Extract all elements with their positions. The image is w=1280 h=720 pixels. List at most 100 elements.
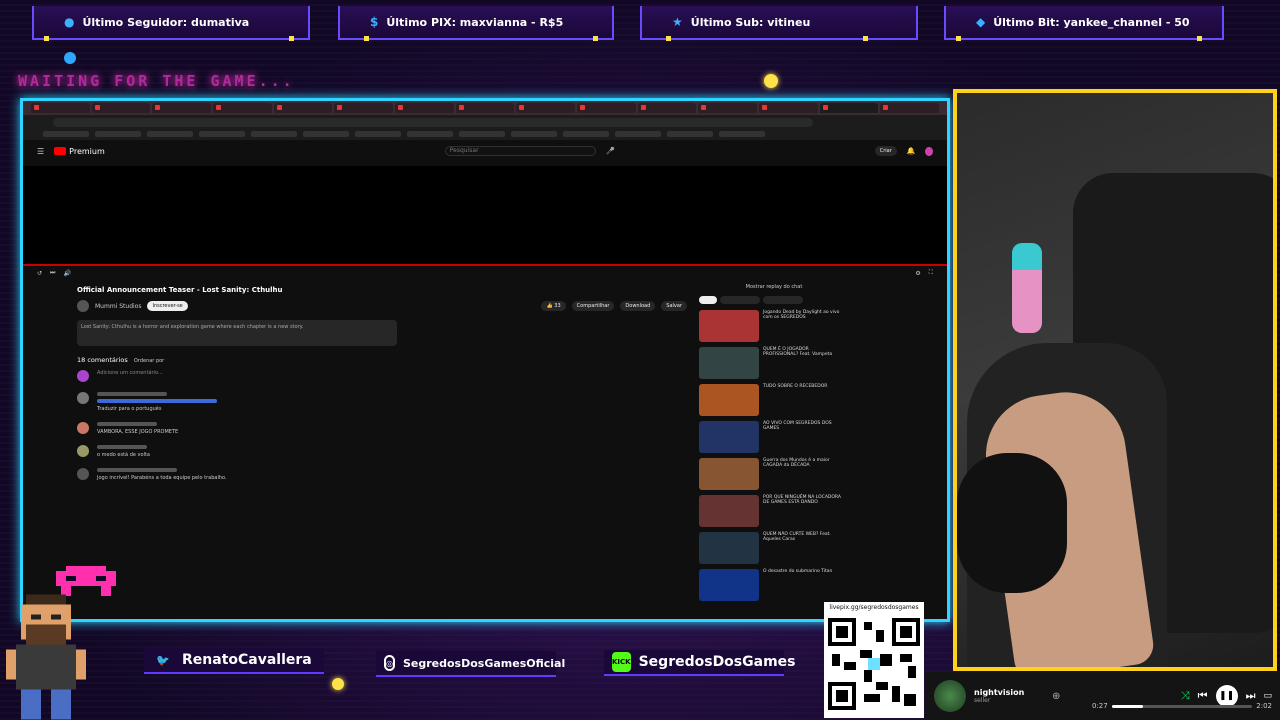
description-box[interactable]: Lost Sanity: Cthulhu is a horror and exp…: [77, 320, 397, 346]
recommended-video[interactable]: POR QUE NINGUÉM NA LOCADORA DE GAMES EST…: [699, 495, 849, 527]
twitter-handle: 🐦 RenatoCavallera: [144, 648, 324, 674]
recommended-title: QUEM É O JOGADOR PROFISSIONAL? Feat. Vam…: [763, 347, 833, 357]
recommended-video[interactable]: Guerra dos Mundos é a maior CAGADA da DÉ…: [699, 458, 849, 490]
comment-text: Jogo incrível! Parabéns a toda equipe pe…: [97, 475, 227, 481]
settings-icon[interactable]: ⚙: [915, 270, 920, 277]
comment: VAMBORA, ESSE JOGO PROMETE: [77, 422, 687, 435]
shuffle-icon[interactable]: ⤨: [1181, 689, 1190, 703]
dollar-icon: $: [370, 15, 379, 29]
track-meta: nightvision seller: [974, 688, 1044, 704]
browser-tab[interactable]: [577, 103, 636, 113]
filter-chips[interactable]: [699, 296, 849, 304]
decor-dot: [332, 678, 344, 690]
star-icon: ★: [672, 15, 683, 29]
bell-icon[interactable]: 🔔: [907, 147, 916, 155]
subscribe-button[interactable]: Inscrever-se: [147, 301, 188, 311]
webcam-feed: [953, 89, 1277, 671]
volume-icon[interactable]: 🔊: [63, 270, 70, 277]
youtube-logo[interactable]: Premium: [54, 147, 105, 156]
recommended-video[interactable]: O desastre do submarino Titan: [699, 569, 849, 601]
browser-tab[interactable]: [759, 103, 818, 113]
recommended-title: O desastre do submarino Titan: [763, 569, 833, 574]
qr-code-icon: [828, 618, 920, 710]
add-comment[interactable]: Adicione um comentário...: [77, 370, 687, 382]
replay-icon[interactable]: ↺: [37, 270, 42, 277]
next-icon[interactable]: ⏭: [50, 269, 55, 277]
bookmarks-bar: [23, 129, 947, 140]
channel-row: Mummi Studios Inscrever-se 👍 33 Comparti…: [77, 300, 687, 312]
last-follower-bar: ● Último Seguidor: dumativa: [32, 6, 310, 41]
next-icon[interactable]: ⏭: [1246, 689, 1256, 703]
browser-tab[interactable]: [455, 103, 515, 113]
avatar[interactable]: [925, 146, 933, 156]
qr-url: livepix.gg/segredosdosgames: [829, 604, 919, 611]
add-icon[interactable]: ⊕: [1052, 691, 1060, 702]
search-input[interactable]: Pesquisar: [444, 146, 596, 156]
recommended-video[interactable]: QUEM É O JOGADOR PROFISSIONAL? Feat. Vam…: [699, 347, 849, 379]
url-field[interactable]: [53, 117, 813, 127]
comment-input[interactable]: Adicione um comentário...: [97, 370, 163, 382]
recommended-title: QUEM NÃO CURTE WEB? Feat. Aqueles Caras: [763, 532, 831, 542]
browser-tab[interactable]: [152, 103, 212, 113]
recommended-title: AO VIVO COM SEGREDOS DOS GAMES: [763, 421, 832, 431]
instagram-handle: ◎ SegredosDosGamesOficial: [376, 651, 565, 677]
comment: Traduzir para o português: [77, 392, 687, 412]
channel-name[interactable]: Mummi Studios: [95, 303, 141, 310]
recommended-title: Guerra dos Mundos é a maior CAGADA da DÉ…: [763, 458, 830, 468]
browser-tab[interactable]: [698, 103, 758, 113]
browser-tab-active[interactable]: [819, 103, 879, 113]
recommended-video[interactable]: QUEM NÃO CURTE WEB? Feat. Aqueles Caras: [699, 532, 849, 564]
recommended-title: POR QUE NINGUÉM NA LOCADORA DE GAMES EST…: [763, 495, 841, 505]
browser-tab[interactable]: [213, 103, 272, 113]
instagram-label: SegredosDosGamesOficial: [402, 656, 566, 670]
description-text: Lost Sanity: Cthulhu is a horror and exp…: [81, 324, 304, 330]
browser-tab[interactable]: [91, 103, 151, 113]
last-follower-label: Último Seguidor: dumativa: [82, 15, 250, 29]
video-player[interactable]: [23, 166, 947, 266]
avatar: [77, 370, 89, 382]
browser-tab[interactable]: [273, 103, 333, 113]
like-button[interactable]: 👍 33: [541, 301, 566, 311]
screen-capture: ☰ Premium Pesquisar 🎤 Criar 🔔 ↺ ⏭ 🔊 ⚙ ⛶ …: [20, 98, 950, 622]
album-art: [934, 680, 966, 712]
decor-dot: [764, 74, 778, 88]
progress-bar[interactable]: [1111, 704, 1253, 708]
browser-tab[interactable]: [395, 103, 454, 113]
fullscreen-icon[interactable]: ⛶: [929, 269, 933, 277]
play-icon: [54, 147, 67, 155]
avatar: [77, 445, 89, 457]
download-button[interactable]: Download: [620, 301, 656, 311]
share-button[interactable]: Compartilhar: [571, 301, 615, 311]
browser-tab[interactable]: [880, 103, 940, 113]
twitter-icon: 🐦: [156, 653, 170, 667]
watch-page: Official Announcement Teaser - Lost Sani…: [23, 280, 947, 610]
recommended-video[interactable]: AO VIVO COM SEGREDOS DOS GAMES: [699, 421, 849, 453]
recommended-video[interactable]: Jogando Dead by Daylight ao vivo com os …: [699, 310, 849, 342]
browser-tab[interactable]: [334, 103, 394, 113]
space-invader-icon: [56, 566, 116, 596]
browser-tab[interactable]: [516, 103, 576, 113]
figurine: [1012, 243, 1042, 333]
playback-progress: 0:27 2:02: [1092, 702, 1272, 710]
recommended-title: Jogando Dead by Daylight ao vivo com os …: [763, 310, 840, 320]
channel-avatar[interactable]: [77, 300, 89, 312]
comment-text: Traduzir para o português: [97, 406, 162, 412]
browser-tab[interactable]: [31, 103, 90, 113]
recommended-video[interactable]: TUDO SOBRE O RECEBEDOR: [699, 384, 849, 416]
browser-tabs[interactable]: [23, 101, 947, 115]
create-button[interactable]: Criar: [874, 146, 897, 156]
live-chat-label[interactable]: Mostrar replay do chat: [699, 284, 849, 290]
mic-icon[interactable]: 🎤: [606, 147, 615, 155]
save-button[interactable]: Salvar: [661, 301, 687, 311]
comments-count: 18 comentários: [77, 356, 128, 364]
devices-icon[interactable]: ▭: [1263, 691, 1272, 701]
address-bar[interactable]: [23, 115, 947, 129]
previous-icon[interactable]: ⏮: [1198, 689, 1208, 703]
twitter-label: RenatoCavallera: [182, 652, 312, 668]
sort-button[interactable]: Ordenar por: [134, 358, 164, 364]
menu-icon[interactable]: ☰: [37, 147, 44, 156]
browser-tab[interactable]: [637, 103, 697, 113]
duration-time: 2:02: [1256, 702, 1272, 710]
recommended-title: TUDO SOBRE O RECEBEDOR: [763, 384, 828, 389]
qr-code-panel[interactable]: livepix.gg/segredosdosgames: [824, 602, 924, 718]
